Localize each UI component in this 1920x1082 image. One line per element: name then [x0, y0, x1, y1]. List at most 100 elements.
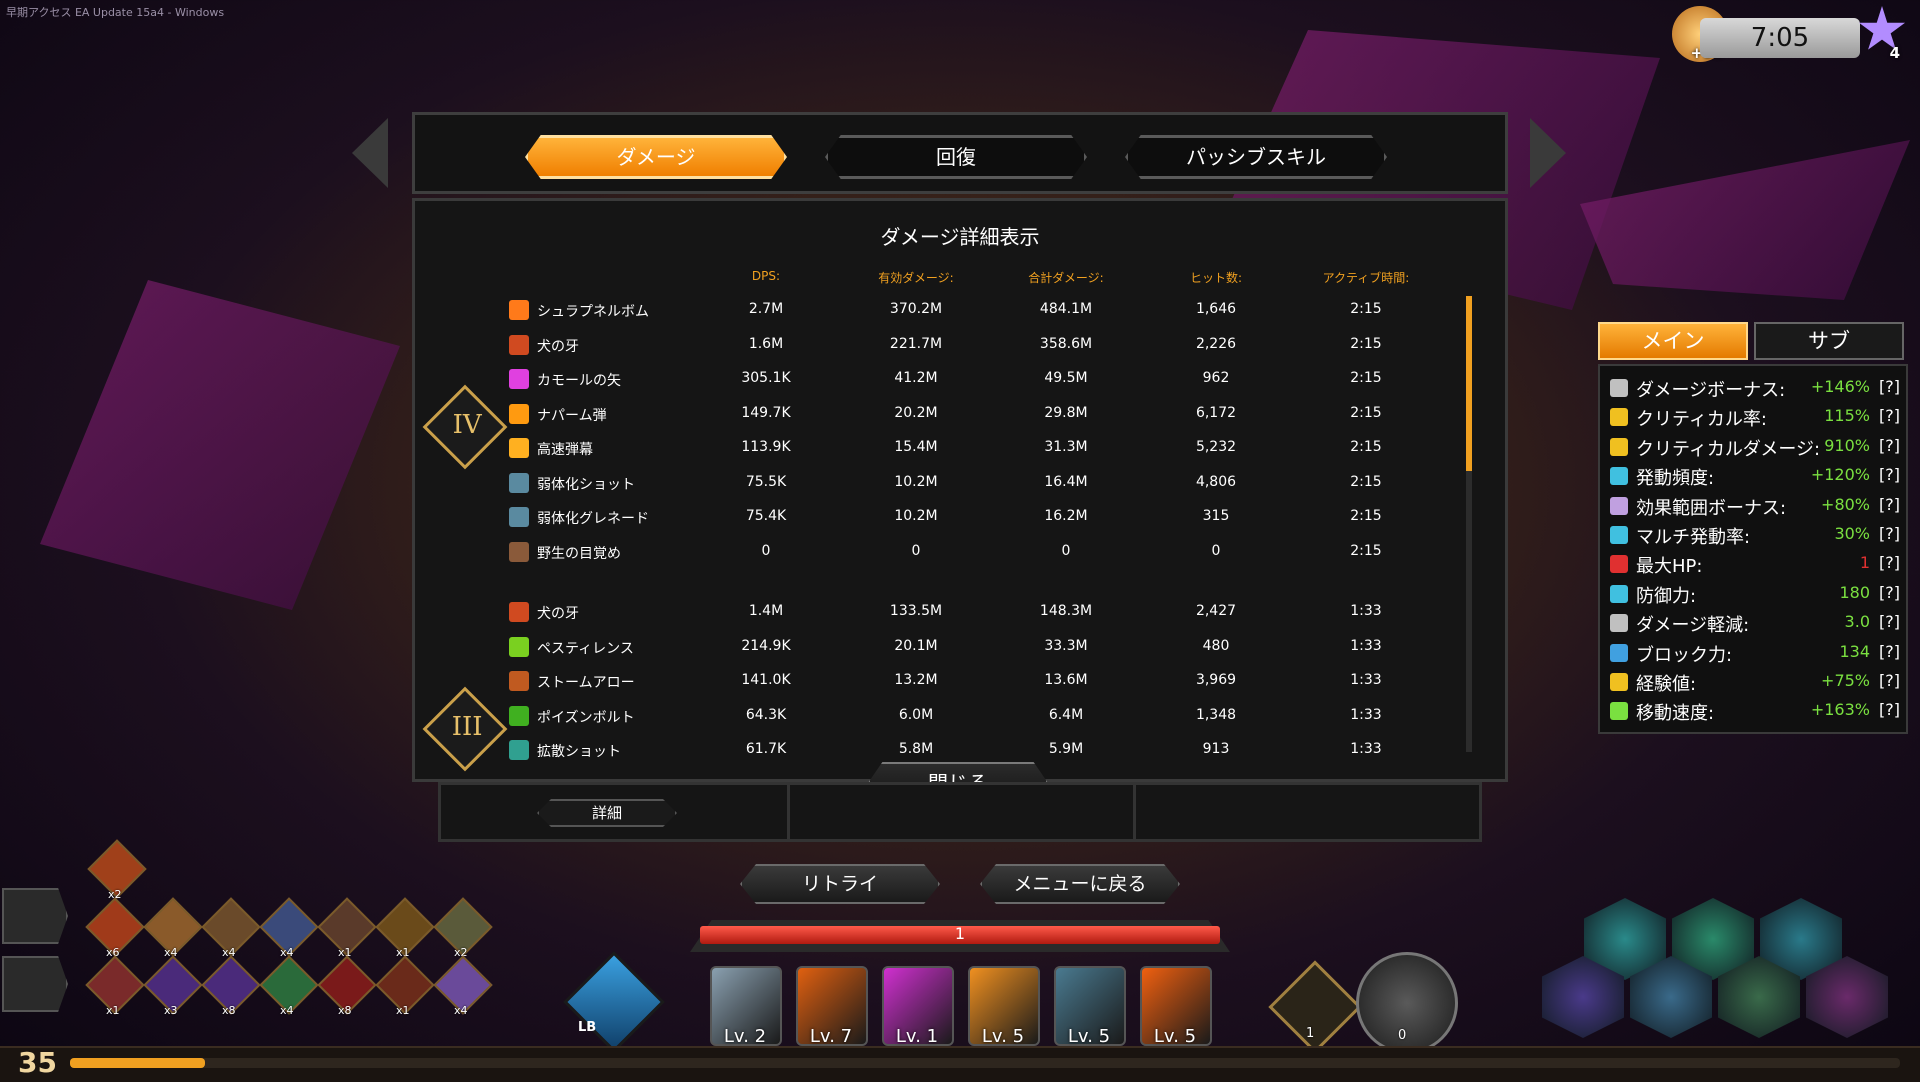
stat-value: +163%: [1810, 700, 1870, 720]
storm-arrow-icon: [509, 671, 529, 691]
cell-dps: 61.7K: [745, 741, 787, 757]
cell-time: 2:15: [1350, 542, 1382, 559]
cell-total: 6.4M: [1048, 706, 1084, 723]
stat-help-button[interactable]: [?]: [1879, 524, 1900, 543]
ultimate-skill-icon[interactable]: [563, 951, 665, 1053]
stat-value: 134: [1839, 641, 1870, 661]
cell-time: 2:15: [1350, 439, 1382, 455]
window-title: 早期アクセス EA Update 15a4 - Windows: [6, 6, 225, 19]
panel-title: ダメージ詳細表示: [880, 225, 1040, 249]
cell-time: 2:15: [1350, 301, 1382, 317]
damage-row: シュラプネルボム 2.7M 370.2M 484.1M 1,646 2:15: [509, 293, 1382, 327]
stat-help-button[interactable]: [?]: [1879, 612, 1900, 631]
stat-help-button[interactable]: [?]: [1879, 406, 1900, 425]
prev-page-arrow-icon[interactable]: [352, 118, 388, 188]
damage-row: 高速弾幕 113.9K 15.4M 31.3M 5,232 2:15: [509, 431, 1382, 465]
tab-healing[interactable]: 回復: [825, 135, 1087, 179]
experience-fill: [70, 1058, 206, 1068]
cell-time: 2:15: [1350, 335, 1382, 352]
tab-sub[interactable]: サブ: [1754, 322, 1904, 360]
chamomile-arrow-icon: [509, 369, 529, 389]
boss-dog-icon: [1356, 952, 1458, 1054]
retry-button[interactable]: リトライ: [740, 864, 940, 904]
stat-help-button[interactable]: [?]: [1879, 495, 1900, 514]
cell-dps: 214.9K: [741, 637, 791, 654]
cell-hits: 480: [1202, 637, 1230, 654]
hp-value: 1: [954, 924, 966, 943]
tab-main[interactable]: メイン: [1598, 322, 1748, 360]
dog-fang-icon: [509, 602, 529, 622]
stat-help-button[interactable]: [?]: [1879, 377, 1900, 396]
stat-help-button[interactable]: [?]: [1879, 553, 1900, 572]
cell-effective: 221.7M: [889, 335, 943, 352]
stat-tab-bar: メイン サブ: [1598, 322, 1908, 360]
stat-help-button[interactable]: [?]: [1879, 671, 1900, 690]
lb-button-label: LB: [578, 1020, 597, 1035]
crystal-menu-icon[interactable]: [2, 888, 68, 944]
stat-row: マルチ発動率: 30% [?]: [1600, 521, 1906, 550]
experience-track: [70, 1058, 1900, 1068]
stat-row: クリティカル率: 115% [?]: [1600, 403, 1906, 432]
cell-hits: 5,232: [1195, 439, 1237, 455]
max-hp-icon: [1610, 555, 1628, 574]
background-crystal: [40, 280, 400, 610]
passive-count: x3: [164, 1004, 178, 1017]
stat-label: クリティカルダメージ:: [1636, 438, 1821, 460]
cell-time: 1:33: [1350, 741, 1382, 757]
cell-dps: 141.0K: [741, 672, 791, 688]
skill-level: Lv. 7: [809, 1026, 853, 1047]
cross-count: 1: [1306, 1026, 1315, 1041]
stat-row: ダメージ軽減: 3.0 [?]: [1600, 609, 1906, 638]
stat-value: +120%: [1810, 465, 1870, 485]
damage-row: ナパーム弾 149.7K 20.2M 29.8M 6,172 2:15: [509, 397, 1382, 431]
cell-effective: 5.8M: [898, 741, 934, 757]
shrapnel-bomb-icon: [509, 300, 529, 320]
skill-name: ポイズンボルト: [537, 709, 635, 726]
skill-level: Lv. 5: [981, 1026, 1025, 1047]
details-button[interactable]: 詳細: [537, 799, 677, 827]
dog-fang-icon: [509, 334, 529, 355]
skill-name: ストームアロー: [537, 675, 635, 691]
stat-label: ブロック力:: [1636, 644, 1733, 666]
damage-row: 拡散ショット 61.7K 5.8M 5.9M 913 1:33: [509, 733, 1382, 767]
stat-help-button[interactable]: [?]: [1879, 700, 1900, 719]
return-to-menu-button[interactable]: メニューに戻る: [980, 864, 1180, 904]
column-header-total: 合計ダメージ:: [1028, 271, 1104, 285]
stat-help-button[interactable]: [?]: [1879, 583, 1900, 602]
cell-effective: 6.0M: [898, 706, 934, 723]
multi-proc-icon: [1610, 526, 1628, 544]
stat-value: +80%: [1821, 494, 1870, 514]
column-header-effective: 有効ダメージ:: [878, 271, 954, 285]
tab-damage[interactable]: ダメージ: [525, 135, 787, 179]
tab-passive-skills[interactable]: パッシブスキル: [1125, 135, 1387, 179]
cell-effective: 13.2M: [894, 672, 938, 688]
game-timer: 7:05: [1700, 18, 1860, 58]
cell-effective: 41.2M: [894, 370, 938, 386]
attack-speed-icon: [1610, 467, 1628, 486]
cell-time: 2:15: [1350, 508, 1382, 524]
stat-row: クリティカルダメージ: 910% [?]: [1600, 433, 1906, 462]
weaken-grenade-icon: [509, 507, 529, 527]
stat-help-button[interactable]: [?]: [1879, 465, 1900, 484]
cell-effective: 20.2M: [894, 404, 938, 421]
damage-bonus-icon: [1610, 379, 1628, 397]
cell-hits: 6,172: [1195, 404, 1237, 421]
scrollbar-thumb[interactable]: [1466, 296, 1472, 471]
book-menu-icon[interactable]: [2, 956, 68, 1012]
stat-label: 発動頻度:: [1636, 468, 1715, 490]
cell-total: 484.1M: [1039, 301, 1093, 317]
skill-name: 野生の目覚め: [537, 545, 621, 562]
stat-label: 移動速度:: [1636, 703, 1715, 725]
napalm-icon: [509, 403, 529, 424]
stat-label: 効果範囲ボーナス:: [1636, 497, 1787, 519]
cell-total: 148.3M: [1039, 603, 1093, 619]
damage-row: ペスティレンス 214.9K 20.1M 33.3M 480 1:33: [509, 630, 1382, 664]
stat-label: ダメージ軽減:: [1636, 615, 1750, 637]
stat-value: 30%: [1834, 524, 1870, 543]
stat-help-button[interactable]: [?]: [1879, 642, 1900, 661]
damage-row: ポイズンボルト 64.3K 6.0M 6.4M 1,348 1:33: [509, 699, 1382, 733]
crit-damage-icon: [1610, 437, 1628, 456]
stat-help-button[interactable]: [?]: [1879, 436, 1900, 455]
cell-dps: 149.7K: [741, 404, 791, 421]
skill-name: 弱体化グレネード: [537, 511, 649, 527]
